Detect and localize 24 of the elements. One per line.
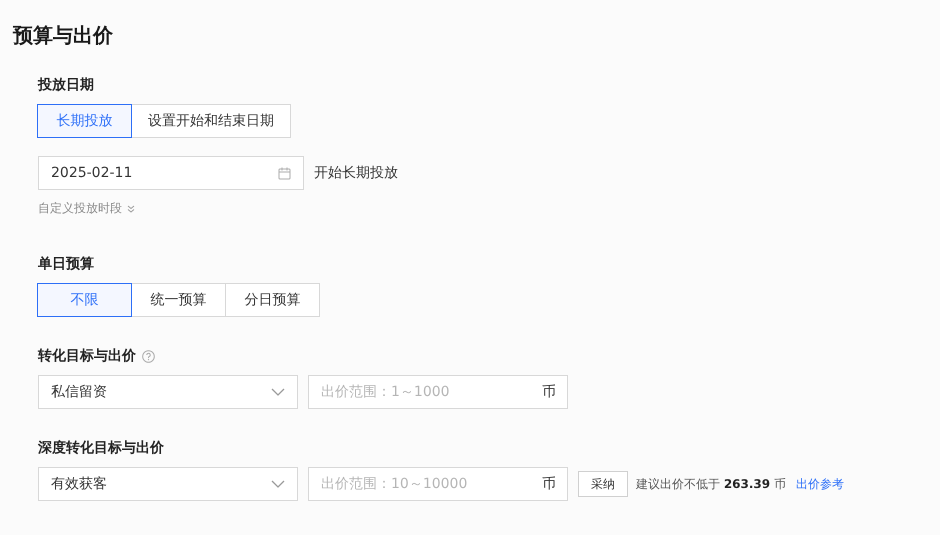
- page-title: 预算与出价: [13, 22, 114, 49]
- date-field[interactable]: 2025-02-11: [38, 156, 304, 190]
- section-label: 投放日期: [38, 76, 94, 94]
- segment-tab[interactable]: 设置开始和结束日期: [131, 104, 291, 138]
- double-chevron-icon: [127, 204, 135, 212]
- calendar-icon: [278, 166, 291, 180]
- segment-tab[interactable]: 分日预算: [225, 283, 320, 317]
- chevron-down-icon: [271, 388, 285, 396]
- adopt-button[interactable]: 采纳: [578, 471, 628, 497]
- segment-tab[interactable]: 不限: [37, 283, 132, 317]
- bid-suggestion: 建议出价不低于 263.39 币: [636, 476, 786, 492]
- bid-reference-link[interactable]: 出价参考: [796, 476, 844, 492]
- goal-select[interactable]: 有效获客: [38, 467, 298, 501]
- goal-select[interactable]: 私信留资: [38, 375, 298, 409]
- section-label: 单日预算: [38, 255, 94, 273]
- date-note: 开始长期投放: [314, 164, 398, 182]
- section-label: 转化目标与出价: [38, 347, 136, 365]
- unit-label: 币: [542, 475, 556, 493]
- section-label: 深度转化目标与出价: [38, 439, 164, 457]
- unit-label: 币: [542, 383, 556, 401]
- segment-tab[interactable]: 统一预算: [131, 283, 226, 317]
- segment-tab[interactable]: 长期投放: [37, 104, 132, 138]
- help-icon[interactable]: [142, 350, 155, 362]
- chevron-down-icon: [271, 480, 285, 488]
